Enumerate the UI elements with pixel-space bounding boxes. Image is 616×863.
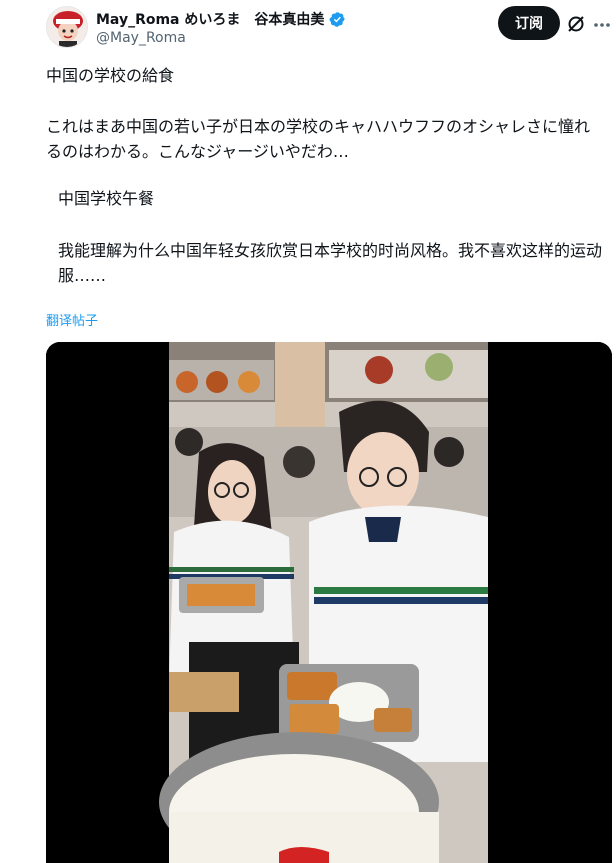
avatar[interactable] — [46, 6, 88, 48]
more-icon[interactable] — [592, 17, 612, 33]
post-video[interactable] — [46, 342, 612, 863]
translate-post-link[interactable]: 翻译帖子 — [46, 310, 98, 329]
author-handle[interactable]: @May_Roma — [96, 30, 186, 46]
subscribe-button[interactable]: 订阅 — [498, 6, 560, 40]
translated-title: 中国学校午餐 — [58, 189, 155, 208]
post-header: May_Roma めいろま 谷本真由美 @May_Roma 订阅 — [0, 0, 616, 60]
video-frame — [46, 342, 612, 863]
author-name[interactable]: May_Roma めいろま 谷本真由美 — [96, 9, 324, 29]
post-body: これはまあ中国の若い子が日本の学校のキャハハウフフのオシャレさに憧れるのはわかる… — [46, 117, 591, 161]
verified-badge-icon — [329, 11, 346, 27]
post-title: 中国の学校の給食 — [46, 66, 175, 85]
grok-icon[interactable] — [566, 14, 586, 34]
translated-body: 我能理解为什么中国年轻女孩欣赏日本学校的时尚风格。我不喜欢这样的运动服…… — [58, 241, 603, 285]
